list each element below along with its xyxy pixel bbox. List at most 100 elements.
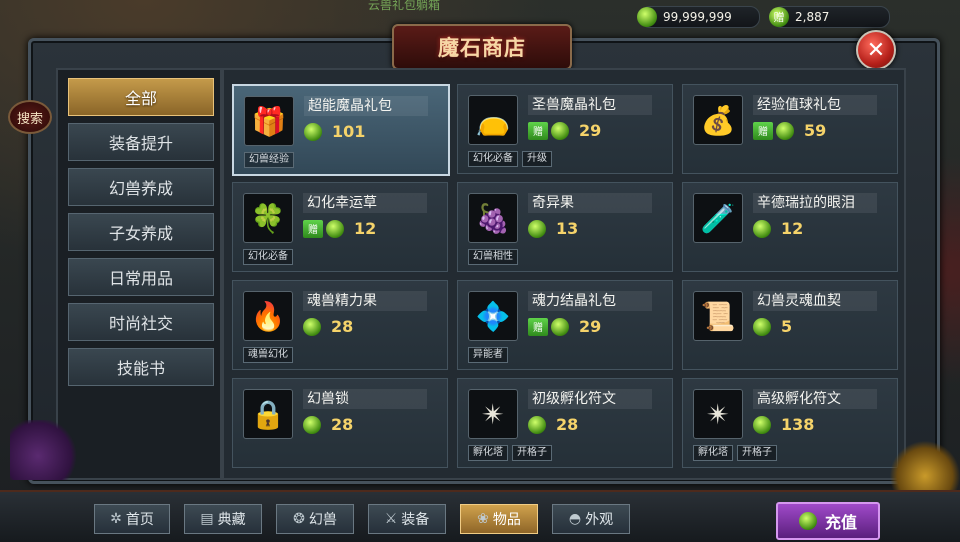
- item-price: 5: [753, 317, 792, 336]
- gem-icon: [753, 317, 771, 336]
- item-glyph: 🔥: [250, 299, 286, 333]
- gift-tag: 赠: [528, 317, 548, 336]
- item-price: 赠 29: [528, 317, 601, 336]
- shop-item-card[interactable]: ✴ 高级孵化符文 138 孵化塔 开格子: [682, 378, 898, 468]
- price-value: 29: [579, 121, 602, 140]
- close-button[interactable]: ✕: [856, 30, 896, 70]
- nav-label: 物品: [492, 512, 521, 528]
- item-price: 101: [304, 122, 365, 141]
- price-value: 5: [781, 317, 793, 336]
- shop-item-card[interactable]: 🍀 幻化幸运草赠 12 幻化必备: [232, 182, 448, 272]
- item-tag: 异能者: [468, 347, 508, 363]
- category-label: 全部: [124, 89, 157, 108]
- category-tab[interactable]: 子女养成: [68, 213, 214, 251]
- item-glyph: 🍀: [250, 201, 286, 235]
- treasure-chest-icon: 🎁: [244, 96, 294, 146]
- shop-item-card[interactable]: 🍇 奇异果 13 幻兽相性: [457, 182, 673, 272]
- category-tab[interactable]: 时尚社交: [68, 303, 214, 341]
- shop-item-card[interactable]: 🔥 魂兽精力果 28 魂兽幻化: [232, 280, 448, 370]
- category-label: 幻兽养成: [108, 179, 173, 198]
- shop-item-card[interactable]: ✴ 初级孵化符文 28 孵化塔 开格子: [457, 378, 673, 468]
- item-name: 奇异果: [528, 193, 652, 213]
- item-glyph: 🍇: [475, 201, 511, 235]
- gift-tag: 赠: [753, 121, 773, 140]
- item-name: 魂兽精力果: [303, 291, 427, 311]
- rune-gold-icon: ✴: [468, 389, 518, 439]
- nav-tab[interactable]: ◓ 外观: [552, 504, 630, 534]
- item-tag: 幻兽经验: [244, 152, 294, 168]
- item-price: 28: [303, 415, 353, 434]
- category-label: 日常用品: [108, 269, 173, 288]
- book-icon: ▤: [200, 511, 214, 527]
- item-name: 幻兽灵魂血契: [753, 291, 877, 311]
- rune-silver-icon: ✴: [693, 389, 743, 439]
- gem-icon: [528, 415, 546, 434]
- shop-item-card[interactable]: 💠 魂力结晶礼包赠 29 异能者: [457, 280, 673, 370]
- fruit-icon: 🍇: [468, 193, 518, 243]
- item-price: 赠 29: [528, 121, 601, 140]
- item-price: 28: [303, 317, 353, 336]
- search-label: 搜索: [16, 111, 43, 127]
- outfit-icon: ◓: [568, 511, 582, 527]
- gem-icon: [303, 317, 321, 336]
- pouch-icon: 👝: [468, 95, 518, 145]
- category-tab[interactable]: 装备提升: [68, 123, 214, 161]
- gem-icon: [551, 121, 569, 140]
- shop-item-card[interactable]: 📜 幻兽灵魂血契 5: [682, 280, 898, 370]
- nav-tab[interactable]: ▤ 典藏: [184, 504, 262, 534]
- gem-icon: [304, 122, 322, 141]
- item-price: 12: [753, 219, 803, 238]
- item-name: 初级孵化符文: [528, 389, 652, 409]
- category-tab[interactable]: 幻兽养成: [68, 168, 214, 206]
- item-tags: 孵化塔 开格子: [468, 445, 552, 461]
- item-glyph: 🔒: [250, 397, 286, 431]
- bound-gem-icon: 赠: [769, 7, 789, 27]
- item-tags: 幻兽经验: [244, 152, 294, 168]
- gem-amount: 99,999,999: [663, 10, 732, 24]
- item-price: 赠 59: [753, 121, 826, 140]
- gem-icon: [528, 219, 546, 238]
- flame-fruit-icon: 🔥: [243, 291, 293, 341]
- nav-label: 典藏: [217, 512, 246, 528]
- category-tab[interactable]: 日常用品: [68, 258, 214, 296]
- item-name: 高级孵化符文: [753, 389, 877, 409]
- pinwheel-icon: ✲: [110, 511, 122, 527]
- close-icon: ✕: [866, 37, 886, 63]
- padlock-icon: 🔒: [243, 389, 293, 439]
- price-value: 12: [354, 219, 377, 238]
- nav-tab[interactable]: ❂ 幻兽: [276, 504, 354, 534]
- item-glyph: 🎁: [251, 104, 287, 138]
- item-name: 幻兽锁: [303, 389, 427, 409]
- category-tab[interactable]: 技能书: [68, 348, 214, 386]
- item-name: 超能魔晶礼包: [304, 96, 428, 116]
- category-label: 子女养成: [108, 224, 173, 243]
- item-tags: 幻兽相性: [468, 249, 518, 265]
- category-sidebar: 全部装备提升幻兽养成子女养成日常用品时尚社交技能书: [56, 68, 222, 480]
- shop-item-card[interactable]: 🧪 辛德瑞拉的眼泪 12: [682, 182, 898, 272]
- category-label: 装备提升: [108, 134, 173, 153]
- nav-tab[interactable]: ✲ 首页: [94, 504, 170, 534]
- search-button[interactable]: 搜索: [8, 100, 52, 134]
- price-value: 138: [781, 415, 815, 434]
- shop-item-card[interactable]: 🎁 超能魔晶礼包 101 幻兽经验: [232, 84, 450, 176]
- treasure-decoration-left: [10, 420, 80, 480]
- nav-label: 首页: [125, 512, 154, 528]
- gift-tag: 赠: [528, 121, 548, 140]
- shop-item-card[interactable]: 🔒 幻兽锁 28: [232, 378, 448, 468]
- item-glyph: ✴: [706, 397, 730, 431]
- item-name: 幻化幸运草: [303, 193, 427, 213]
- shop-item-card[interactable]: 💰 经验值球礼包赠 59: [682, 84, 898, 174]
- nav-tab[interactable]: ❀ 物品: [460, 504, 538, 534]
- gem-icon: [551, 317, 569, 336]
- item-tag: 幻兽相性: [468, 249, 518, 265]
- crystal-ring-icon: 💠: [468, 291, 518, 341]
- recharge-button[interactable]: 充值: [776, 502, 880, 540]
- nav-tab[interactable]: ⚔ 装备: [368, 504, 446, 534]
- exp-chest-icon: 💰: [693, 95, 743, 145]
- category-tab[interactable]: 全部: [68, 78, 214, 116]
- shop-item-card[interactable]: 👝 圣兽魔晶礼包赠 29 幻化必备 升级: [457, 84, 673, 174]
- gem-icon: [753, 219, 771, 238]
- item-tags: 幻化必备: [243, 249, 293, 265]
- tulip-icon: ❀: [477, 511, 489, 527]
- item-tags: 幻化必备 升级: [468, 151, 552, 167]
